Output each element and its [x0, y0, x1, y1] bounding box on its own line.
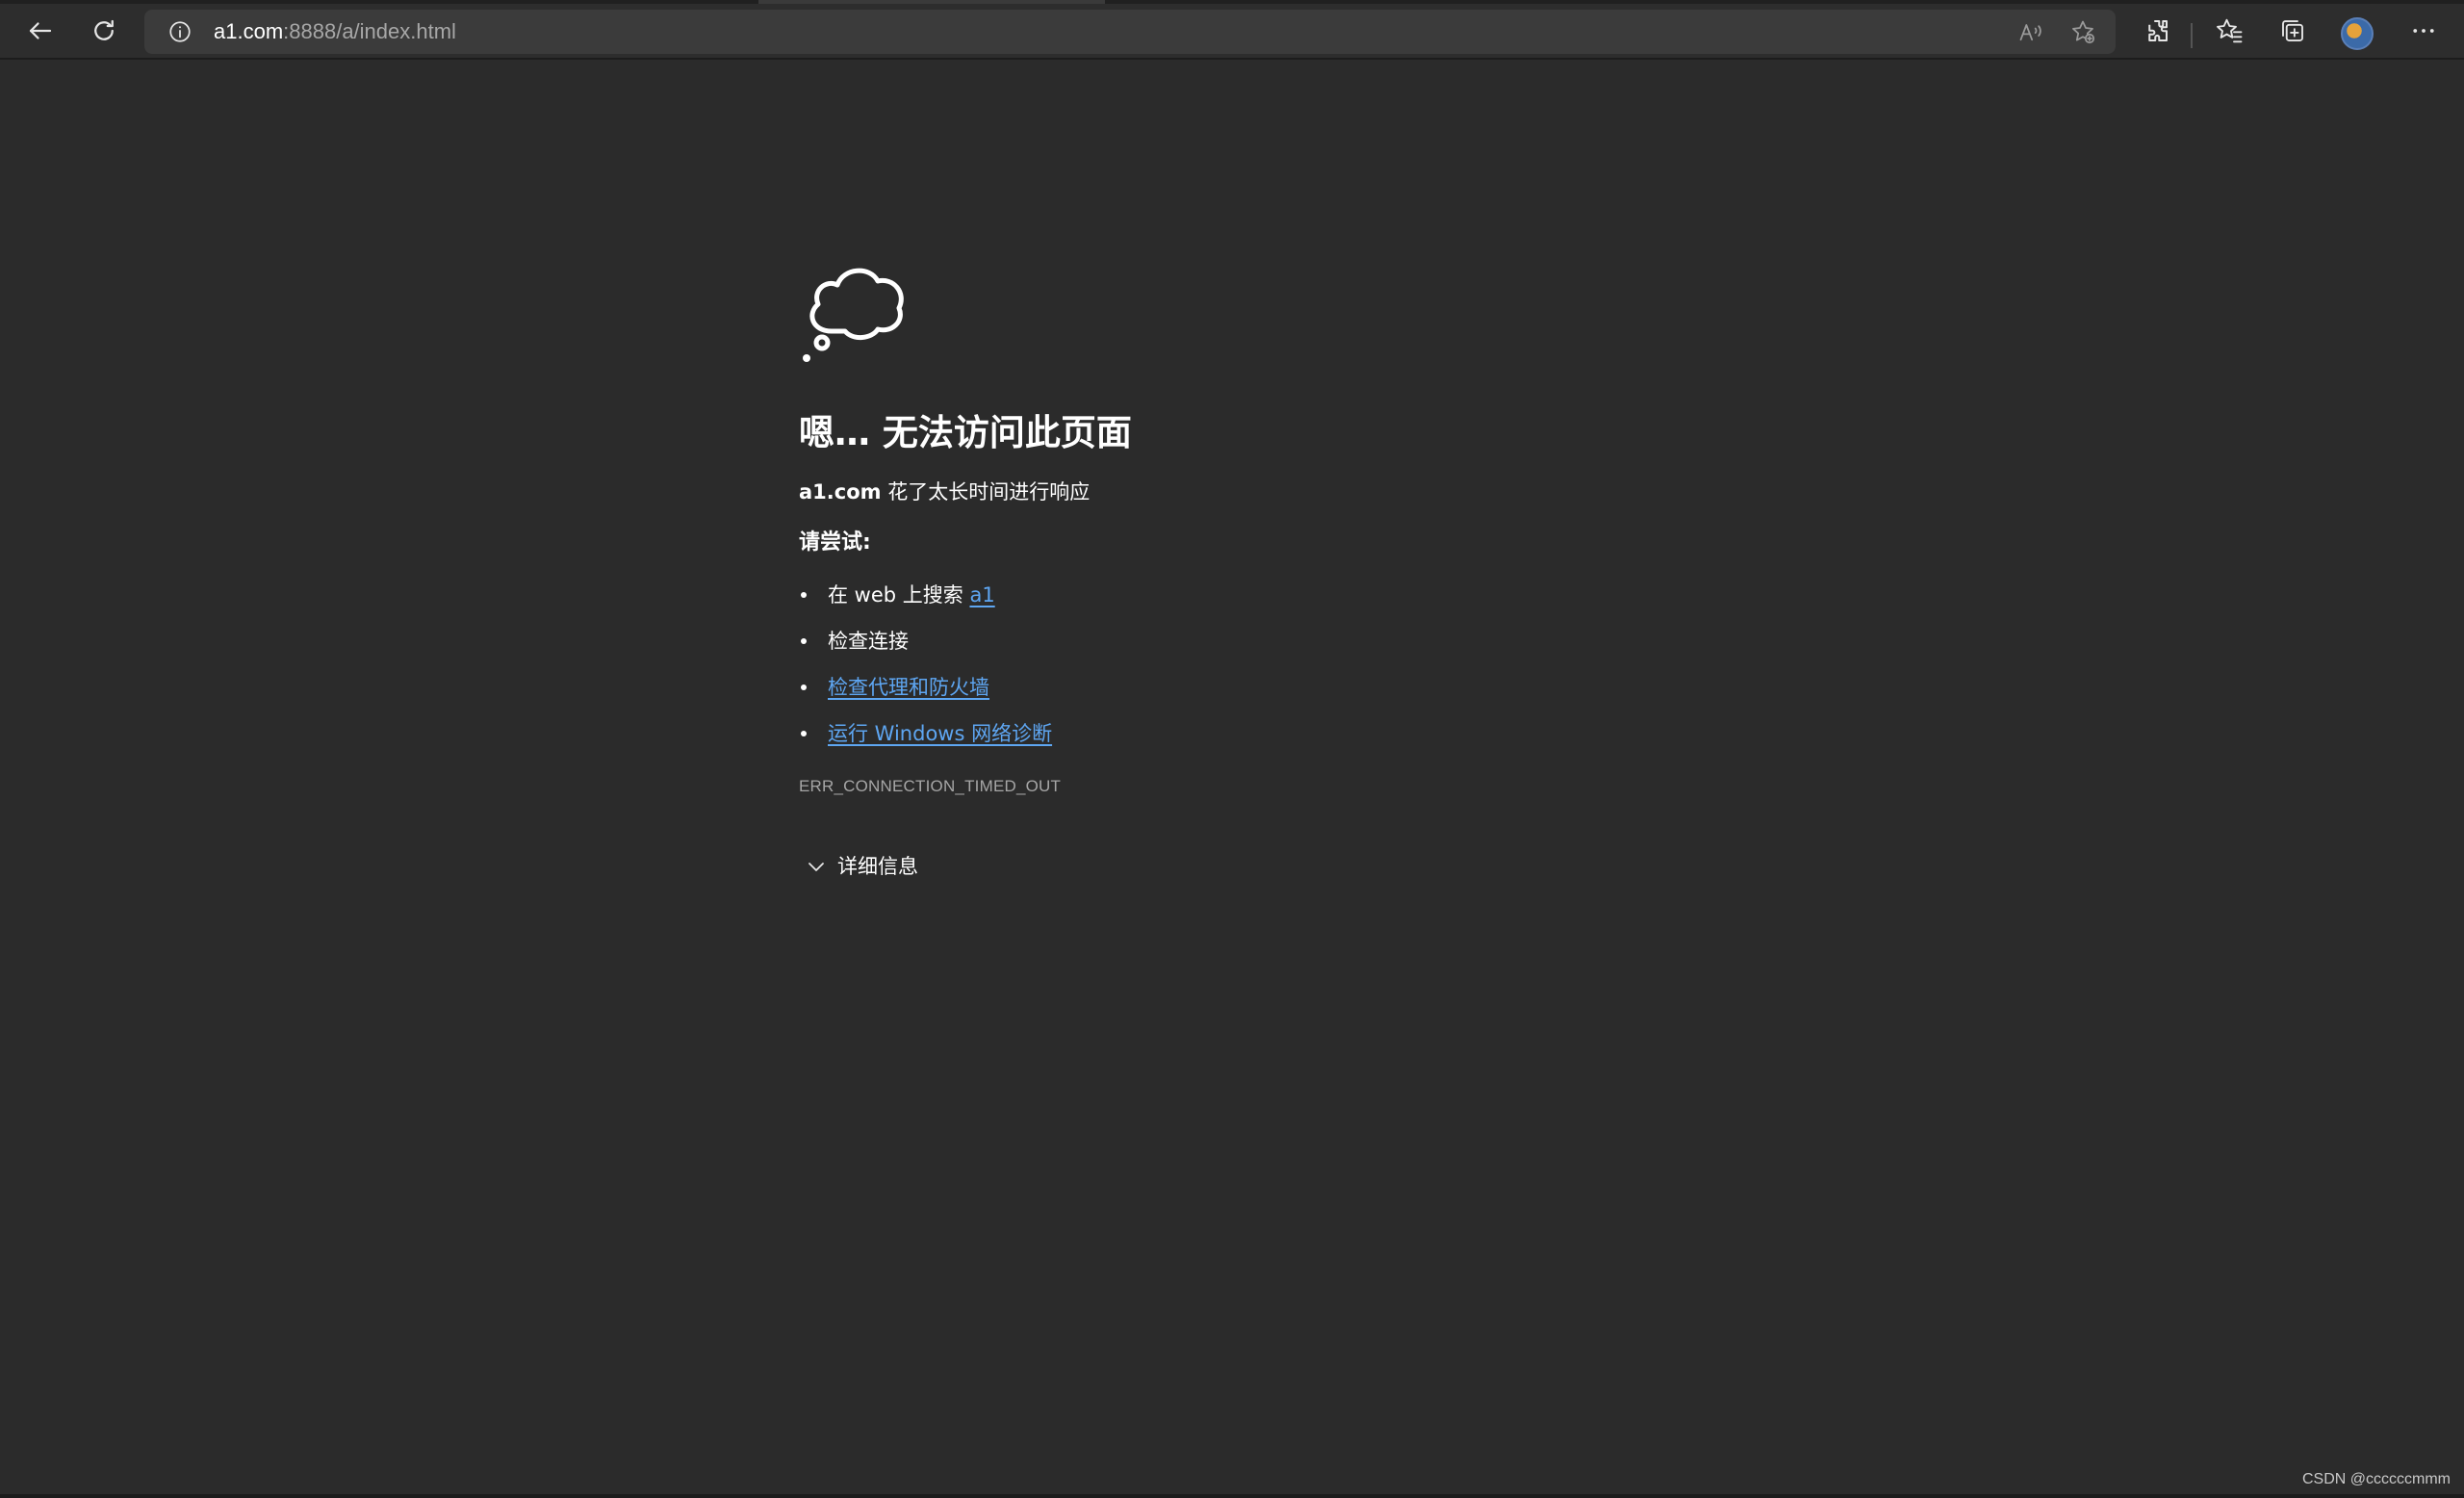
list-item-check-proxy: 检查代理和防火墙: [799, 664, 1858, 710]
more-menu-button[interactable]: [2397, 8, 2451, 54]
error-content: 嗯… 无法访问此页面 a1.com 花了太长时间进行响应 请尝试: 在 web …: [799, 256, 1858, 882]
back-button[interactable]: [13, 8, 67, 54]
list-item-diagnostics: 运行 Windows 网络诊断: [799, 710, 1858, 757]
favorites-icon: [2217, 18, 2243, 43]
back-arrow-icon: [29, 22, 52, 39]
collections-icon: [2282, 20, 2303, 41]
list-item-search: 在 web 上搜索 a1: [799, 572, 1858, 618]
try-label: 请尝试:: [799, 530, 871, 555]
add-favorite-button[interactable]: [2064, 15, 2102, 48]
refresh-button[interactable]: [77, 8, 131, 54]
avatar[interactable]: [2341, 17, 2374, 50]
toolbar-separator: [2191, 23, 2193, 48]
add-favorite-icon: [2072, 20, 2095, 44]
more-icon: [2413, 29, 2434, 33]
search-suggestion-text: 在 web 上搜索: [828, 583, 970, 607]
page-title: 嗯… 无法访问此页面: [799, 412, 1132, 453]
extensions-button[interactable]: [2131, 8, 2185, 54]
check-proxy-link[interactable]: 检查代理和防火墙: [828, 676, 989, 699]
refresh-icon: [94, 19, 114, 40]
site-info-button[interactable]: [166, 17, 194, 46]
collections-button[interactable]: [2266, 8, 2320, 54]
list-item-check-connection: 检查连接: [799, 618, 1858, 664]
details-toggle[interactable]: 详细信息: [799, 851, 1858, 882]
bottom-border: [0, 1494, 2464, 1498]
run-diagnostics-link[interactable]: 运行 Windows 网络诊断: [828, 722, 1052, 745]
error-description: 花了太长时间进行响应: [881, 480, 1091, 504]
error-host: a1.com: [799, 480, 882, 504]
watermark: CSDN @ccccccmmm: [2301, 1471, 2451, 1487]
chevron-down-icon: [808, 863, 824, 871]
extensions-icon: [2148, 20, 2168, 41]
address-bar[interactable]: a1.com:8888/a/index.html: [144, 10, 2116, 54]
info-icon: [169, 21, 191, 42]
favorites-button[interactable]: [2202, 8, 2256, 54]
read-aloud-button[interactable]: [2012, 15, 2050, 48]
url-host: a1.com: [214, 19, 284, 43]
url-path: :8888/a/index.html: [283, 19, 456, 43]
error-message: a1.com 花了太长时间进行响应: [799, 476, 1858, 508]
suggestion-list: 在 web 上搜索 a1 检查连接 检查代理和防火墙 运行 Windows 网络…: [799, 572, 1858, 757]
read-aloud-icon: [2019, 24, 2041, 41]
search-link[interactable]: a1: [969, 583, 994, 607]
thought-cloud-icon: [803, 268, 904, 362]
check-connection-text: 检查连接: [828, 630, 909, 653]
browser-toolbar: a1.com:8888/a/index.html: [0, 4, 2464, 60]
details-label: 详细信息: [837, 855, 918, 878]
error-code: ERR_CONNECTION_TIMED_OUT: [799, 777, 1062, 795]
url-text[interactable]: a1.com:8888/a/index.html: [214, 10, 456, 54]
